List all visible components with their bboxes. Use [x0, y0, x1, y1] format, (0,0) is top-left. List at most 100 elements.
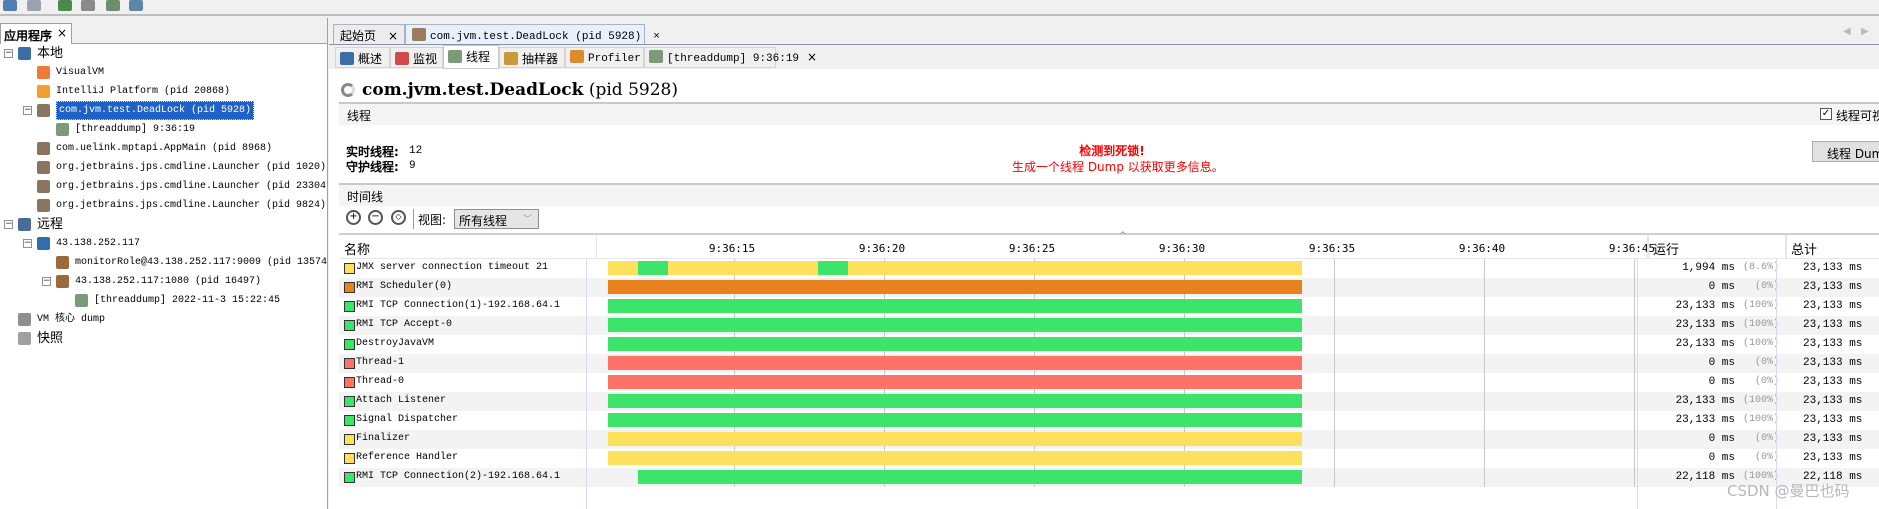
tree-item[interactable]: org.jetbrains.jps.cmdline.Launcher (pid … — [0, 158, 327, 177]
load-snapshot-icon[interactable] — [106, 0, 120, 11]
add-remote-host-icon[interactable] — [58, 0, 72, 11]
view-select[interactable]: 所有线程 ﹀ — [454, 209, 539, 229]
thread-dump-button[interactable]: 线程 Dump — [1812, 141, 1879, 162]
zoom-in-icon[interactable]: + — [346, 210, 361, 225]
running-percent: (8.6%) — [1742, 262, 1779, 273]
tree-item[interactable]: − 43.138.252.117 — [0, 234, 327, 253]
tree-item[interactable]: [threaddump] 2022-11-3 15:22:45 — [0, 291, 327, 310]
visualize-checkbox[interactable]: ✓ — [1820, 108, 1832, 120]
close-icon[interactable]: × — [653, 31, 660, 43]
close-icon[interactable]: × — [57, 26, 67, 40]
close-icon[interactable]: × — [807, 50, 817, 64]
subtab-label: [threaddump] 9:36:19 — [667, 53, 800, 65]
thread-name: Finalizer — [356, 433, 411, 444]
subtab-profiler[interactable]: Profiler — [565, 47, 644, 68]
watermark: CSDN @曼巴也码 — [1727, 482, 1850, 500]
save-icon[interactable] — [27, 0, 41, 11]
threads-icon — [448, 50, 462, 63]
tree-item[interactable]: org.jetbrains.jps.cmdline.Launcher (pid … — [0, 196, 327, 215]
time-gridline — [1634, 392, 1635, 411]
scroll-tabs-right-icon[interactable]: ▶ — [1861, 26, 1869, 37]
time-tick-label: 9:36:20 — [858, 242, 906, 255]
thread-row[interactable]: Thread-0 0 ms (0%) 23,133 ms — [339, 373, 1879, 392]
running-time: 23,133 ms — [1675, 319, 1735, 331]
subtab-monitor[interactable]: 监视 — [390, 47, 443, 68]
tree-item[interactable]: VM 核心 dump — [0, 310, 327, 329]
compare-snapshot-icon[interactable] — [129, 0, 143, 11]
tree-item[interactable]: com.uelink.mptapi.AppMain (pid 8968) — [0, 139, 327, 158]
doc-tab-deadlock[interactable]: com.jvm.test.DeadLock (pid 5928) × — [405, 24, 660, 44]
expand-toggle-icon[interactable]: − — [23, 239, 32, 248]
thread-name: RMI TCP Connection(1)-192.168.64.1 — [356, 300, 561, 311]
close-icon[interactable]: × — [388, 29, 398, 43]
thread-row[interactable]: Reference Handler 0 ms (0%) 23,133 ms — [339, 449, 1879, 468]
java-cup-icon — [37, 161, 50, 174]
tree-item-label: VisualVM — [56, 67, 105, 78]
zoom-out-icon[interactable]: − — [368, 210, 383, 225]
tree-item[interactable]: − 本地 — [0, 44, 327, 63]
daemon-threads-label: 守护线程: — [346, 160, 399, 174]
expand-toggle-icon[interactable]: − — [4, 49, 13, 58]
running-time: 0 ms — [1708, 357, 1735, 369]
time-gridline — [1484, 297, 1485, 316]
thread-state-swatch — [344, 320, 355, 331]
tree-item[interactable]: monitorRole@43.138.252.117:9009 (pid 135… — [0, 253, 327, 272]
deadlock-detected-text: 检测到死锁! — [1079, 144, 1145, 158]
running-percent: (0%) — [1754, 452, 1779, 463]
column-header-total[interactable]: 总计 — [1791, 239, 1817, 258]
threads-section-header: 线程 ✓ 线程可视 — [339, 102, 1879, 125]
tree-item[interactable]: − 43.138.252.117:1080 (pid 16497) — [0, 272, 327, 291]
expand-toggle-icon[interactable]: − — [4, 220, 13, 229]
thread-row[interactable]: Finalizer 0 ms (0%) 23,133 ms — [339, 430, 1879, 449]
running-percent: (0%) — [1754, 357, 1779, 368]
thread-row[interactable]: RMI Scheduler(0) 0 ms (0%) 23,133 ms — [339, 278, 1879, 297]
subtab-overview[interactable]: 概述 — [335, 47, 390, 68]
main-area: 起始页 × com.jvm.test.DeadLock (pid 5928) × ◀… — [329, 18, 1879, 509]
column-header-running[interactable]: 运行 — [1653, 239, 1679, 258]
expand-toggle-icon[interactable]: − — [23, 106, 32, 115]
subtab-threads[interactable]: 线程 — [443, 45, 499, 69]
thread-state-bar-monitor — [608, 356, 1302, 370]
subtab-sampler[interactable]: 抽样器 — [499, 47, 565, 68]
total-time: 23,133 ms — [1803, 319, 1863, 331]
subtab-label: Profiler — [588, 53, 641, 65]
tree-item[interactable]: 快照 — [0, 329, 327, 348]
add-jmx-connection-icon[interactable] — [81, 0, 95, 11]
scroll-tabs-left-icon[interactable]: ◀ — [1843, 26, 1851, 37]
thread-row[interactable]: RMI TCP Connection(2)-192.168.64.1 22,118… — [339, 468, 1879, 487]
subtab-threaddump[interactable]: [threaddump] 9:36:19 × — [644, 47, 817, 68]
collapse-caret-icon[interactable]: ^ — [1119, 231, 1127, 241]
doc-tab-label: 起始页 — [340, 29, 377, 43]
thread-row[interactable]: DestroyJavaVM 23,133 ms (100%) 23,133 ms — [339, 335, 1879, 354]
thread-row[interactable]: Thread-1 0 ms (0%) 23,133 ms — [339, 354, 1879, 373]
tree-item-label: monitorRole@43.138.252.117:9009 (pid 135… — [75, 257, 328, 268]
thread-row[interactable]: Signal Dispatcher 23,133 ms (100%) 23,133 m… — [339, 411, 1879, 430]
tree-item[interactable]: [threaddump] 9:36:19 — [0, 120, 327, 139]
page-title: com.jvm.test.DeadLock (pid 5928) — [362, 80, 678, 100]
open-file-icon[interactable] — [3, 0, 17, 11]
time-gridline — [1334, 297, 1335, 316]
applications-tab[interactable]: 应用程序 × — [0, 23, 72, 44]
tree-item[interactable]: VisualVM — [0, 63, 327, 82]
tree-item[interactable]: − com.jvm.test.DeadLock (pid 5928) — [0, 101, 327, 120]
running-time: 22,118 ms — [1675, 471, 1735, 483]
tree-item[interactable]: IntelliJ Platform (pid 20868) — [0, 82, 327, 101]
thread-state-bar-running — [608, 299, 1302, 313]
monitor-icon — [395, 52, 409, 65]
time-gridline — [1484, 449, 1485, 468]
zoom-fit-icon[interactable]: ◇ — [391, 210, 406, 225]
thread-row[interactable]: RMI TCP Accept-0 23,133 ms (100%) 23,133 ms — [339, 316, 1879, 335]
threaddump-icon — [649, 50, 663, 63]
doc-tab-start-page[interactable]: 起始页 × — [333, 24, 405, 44]
thread-row[interactable]: Attach Listener 23,133 ms (100%) 23,133 ms — [339, 392, 1879, 411]
thread-row[interactable]: JMX server connection timeout 21 1,994 ms… — [339, 259, 1879, 278]
thread-row[interactable]: RMI TCP Connection(1)-192.168.64.1 23,133… — [339, 297, 1879, 316]
expand-toggle-icon[interactable]: − — [42, 277, 51, 286]
timeline-section-header: 时间线 — [339, 183, 1879, 206]
tree-item[interactable]: − 远程 — [0, 215, 327, 234]
tree-item[interactable]: org.jetbrains.jps.cmdline.Launcher (pid … — [0, 177, 327, 196]
computer-icon — [18, 47, 31, 60]
running-percent: (100%) — [1742, 414, 1779, 425]
thread-state-swatch — [344, 377, 355, 388]
time-gridline — [1334, 411, 1335, 430]
